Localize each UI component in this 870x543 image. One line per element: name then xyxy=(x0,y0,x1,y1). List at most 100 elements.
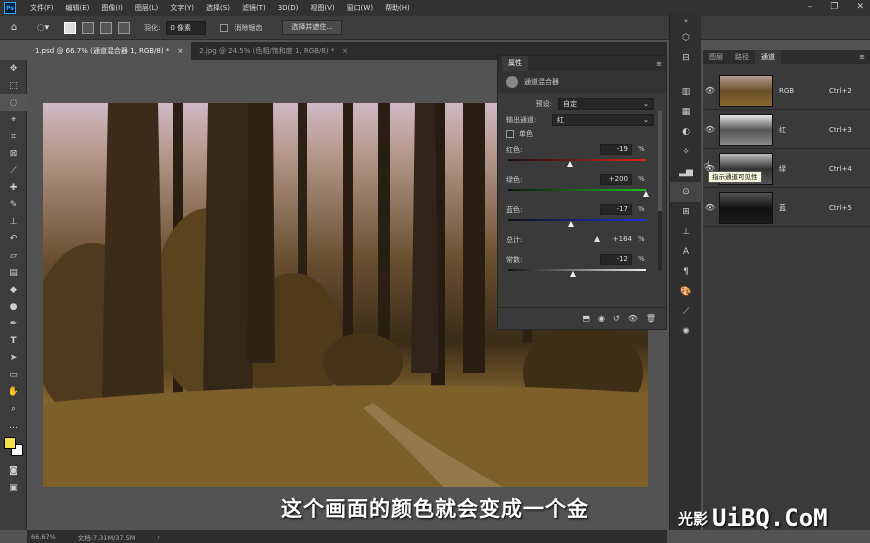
tab-properties[interactable]: 属性 xyxy=(502,56,528,71)
dodge-tool-icon[interactable]: ● xyxy=(0,298,27,315)
healing-brush-tool-icon[interactable]: ✚ xyxy=(0,179,27,196)
patterns-panel-icon[interactable]: ▦ xyxy=(670,102,702,122)
clone-stamp-tool-icon[interactable]: ⊥ xyxy=(0,213,27,230)
histogram-panel-icon[interactable]: ▂▅ xyxy=(670,162,702,182)
zoom-level[interactable]: 66.67% xyxy=(31,533,56,541)
path-selection-tool-icon[interactable]: ➤ xyxy=(0,349,27,366)
tab-channels[interactable]: 通道 xyxy=(755,50,781,64)
slider-value-input[interactable]: -19 xyxy=(600,144,632,155)
character-panel-icon[interactable]: A xyxy=(670,242,702,262)
more-tools-icon[interactable]: … xyxy=(0,417,27,434)
gradient-tool-icon[interactable]: ▤ xyxy=(0,264,27,281)
view-previous-icon[interactable]: ◉ xyxy=(598,314,605,323)
slider-track[interactable] xyxy=(508,189,646,191)
reset-icon[interactable]: ↺ xyxy=(613,314,620,323)
screen-mode-icon[interactable]: ▣ xyxy=(0,479,27,496)
eraser-tool-icon[interactable]: ▱ xyxy=(0,247,27,264)
tab-layers[interactable]: 图层 xyxy=(703,50,729,64)
foreground-color-swatch[interactable] xyxy=(4,437,16,449)
pen-tool-icon[interactable]: ✒ xyxy=(0,315,27,332)
history-brush-tool-icon[interactable]: ↶ xyxy=(0,230,27,247)
home-icon[interactable]: ⌂ xyxy=(6,21,22,35)
slider-thumb[interactable] xyxy=(569,271,576,277)
close-icon[interactable]: ✕ xyxy=(856,2,864,12)
slider-thumb[interactable] xyxy=(568,221,575,227)
channel-row-rgb[interactable]: 👁 RGB Ctrl+2 xyxy=(703,72,870,110)
scrollbar[interactable] xyxy=(658,111,662,271)
tab-document-2[interactable]: 2.jpg @ 24.5% (色相/饱和度 1, RGB/8) * × xyxy=(191,42,356,60)
brush-settings-icon[interactable]: ✧ xyxy=(670,142,702,162)
slider-value-input[interactable]: +200 xyxy=(600,174,632,185)
brush-tool-icon[interactable]: ✎ xyxy=(0,196,27,213)
intersect-selection-icon[interactable] xyxy=(118,21,130,34)
lasso-tool-preset-icon[interactable]: ◌▾ xyxy=(28,21,58,35)
slider-thumb[interactable] xyxy=(567,161,574,167)
frame-tool-icon[interactable]: ⊠ xyxy=(0,145,27,162)
eyedropper-tool-icon[interactable]: ⟋ xyxy=(0,162,27,179)
channel-row-red[interactable]: 👁 红 Ctrl+3 xyxy=(703,111,870,149)
new-selection-icon[interactable] xyxy=(64,21,76,34)
add-selection-icon[interactable] xyxy=(82,21,94,34)
lasso-tool-icon[interactable]: ◌ xyxy=(0,94,27,111)
menu-help[interactable]: 帮助(H) xyxy=(379,3,416,13)
quick-select-tool-icon[interactable]: ⌖ xyxy=(0,111,27,128)
close-icon[interactable]: × xyxy=(342,47,348,55)
menu-type[interactable]: 文字(Y) xyxy=(164,3,200,13)
menu-filter[interactable]: 滤镜(T) xyxy=(236,3,272,13)
subtract-selection-icon[interactable] xyxy=(100,21,112,34)
navigator-panel-icon[interactable]: ⊙ xyxy=(670,182,702,202)
eye-icon[interactable]: 👁 xyxy=(703,203,717,212)
slider-track[interactable] xyxy=(508,269,646,271)
slider-thumb[interactable] xyxy=(643,191,649,197)
properties-panel-icon[interactable]: ⊟ xyxy=(670,48,702,68)
table-panel-icon[interactable]: ⊞ xyxy=(670,202,702,222)
slider-track[interactable] xyxy=(508,159,646,161)
crop-tool-icon[interactable]: ⌗ xyxy=(0,128,27,145)
menu-view[interactable]: 视图(V) xyxy=(304,3,340,13)
antialias-checkbox[interactable] xyxy=(220,23,229,32)
monochrome-checkbox[interactable] xyxy=(506,130,514,138)
select-and-mask-button[interactable]: 选择并遮住... xyxy=(282,20,343,35)
paragraph-panel-icon[interactable]: ¶ xyxy=(670,262,702,282)
menu-select[interactable]: 选择(S) xyxy=(200,3,236,13)
timeline-panel-icon[interactable]: ✺ xyxy=(670,322,702,342)
slider-track[interactable] xyxy=(508,219,646,221)
chevron-right-icon[interactable]: › xyxy=(157,533,160,541)
menu-image[interactable]: 图像(I) xyxy=(95,3,129,13)
tab-document-1[interactable]: 1.psd @ 66.7% (通道混合器 1, RGB/8) * × xyxy=(27,42,192,60)
scrollbar-thumb[interactable] xyxy=(658,111,662,211)
gradients-panel-icon[interactable]: ▥ xyxy=(670,82,702,102)
collapse-panels-icon[interactable]: » xyxy=(670,14,702,28)
type-tool-icon[interactable]: T xyxy=(0,332,27,349)
hand-tool-icon[interactable]: ✋ xyxy=(0,383,27,400)
slider-value-input[interactable]: -17 xyxy=(600,204,632,215)
quick-mask-icon[interactable]: ◙ xyxy=(0,462,27,479)
restore-icon[interactable]: ❐ xyxy=(830,2,838,12)
tab-paths[interactable]: 路径 xyxy=(729,50,755,64)
clip-to-layer-icon[interactable]: ⬒ xyxy=(582,314,590,323)
visibility-eye-icon[interactable]: 👁 xyxy=(628,314,638,323)
3d-panel-icon[interactable]: ⬡ xyxy=(670,28,702,48)
menu-layer[interactable]: 图层(L) xyxy=(129,3,164,13)
zoom-tool-icon[interactable]: ⌕ xyxy=(0,400,27,417)
rectangle-tool-icon[interactable]: ▭ xyxy=(0,366,27,383)
menu-window[interactable]: 窗口(W) xyxy=(341,3,379,13)
menu-edit[interactable]: 编辑(E) xyxy=(60,3,96,13)
feather-input[interactable]: 0 像素 xyxy=(166,20,207,35)
minimize-icon[interactable]: – xyxy=(808,2,813,12)
eye-icon[interactable]: 👁 xyxy=(703,86,717,95)
marquee-tool-icon[interactable]: ⬚ xyxy=(0,77,27,94)
brushes-panel-icon[interactable]: ⟋ xyxy=(670,302,702,322)
menu-file[interactable]: 文件(F) xyxy=(24,3,60,13)
panel-menu-icon[interactable]: ≡ xyxy=(859,53,865,61)
close-icon[interactable]: × xyxy=(177,47,183,55)
color-panel-icon[interactable]: 🎨 xyxy=(670,282,702,302)
slider-value-input[interactable]: -12 xyxy=(600,254,632,265)
adjustments-panel-icon[interactable]: ◐ xyxy=(670,122,702,142)
blur-tool-icon[interactable]: ◆ xyxy=(0,281,27,298)
panel-menu-icon[interactable]: ≡ xyxy=(656,60,662,68)
eye-icon[interactable]: 👁 xyxy=(703,125,717,134)
channel-row-blue[interactable]: 👁 蓝 Ctrl+5 xyxy=(703,189,870,227)
output-channel-dropdown[interactable]: 红 ⌄ xyxy=(552,114,654,126)
trash-icon[interactable]: 🗑 xyxy=(646,314,656,323)
